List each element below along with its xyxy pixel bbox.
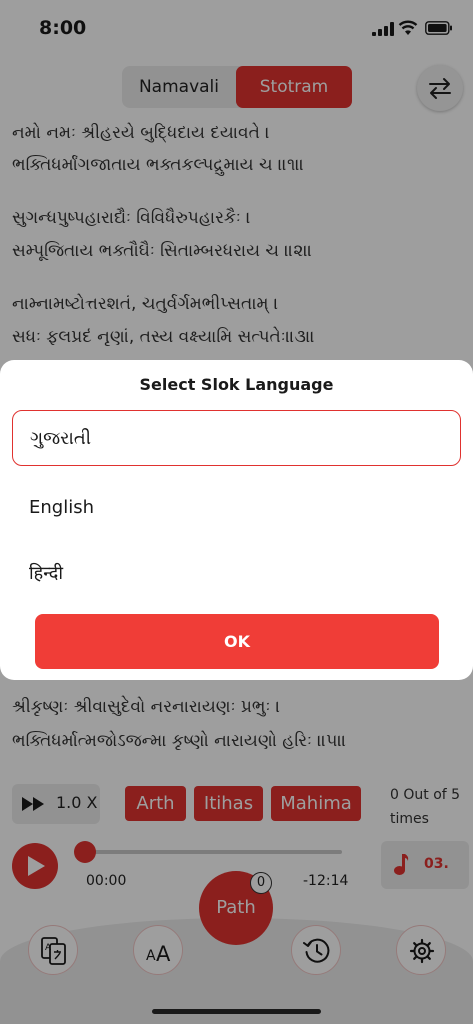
language-select-modal: Select Slok Language ગુજરાતી English हिन…: [0, 360, 473, 680]
modal-title: Select Slok Language: [139, 375, 334, 394]
language-option-english[interactable]: English: [12, 480, 461, 536]
home-indicator: [152, 1009, 321, 1014]
ok-button[interactable]: OK: [35, 614, 439, 669]
language-option-hindi[interactable]: हिन्दी: [12, 546, 461, 602]
language-option-gujarati[interactable]: ગુજરાતી: [12, 410, 461, 466]
